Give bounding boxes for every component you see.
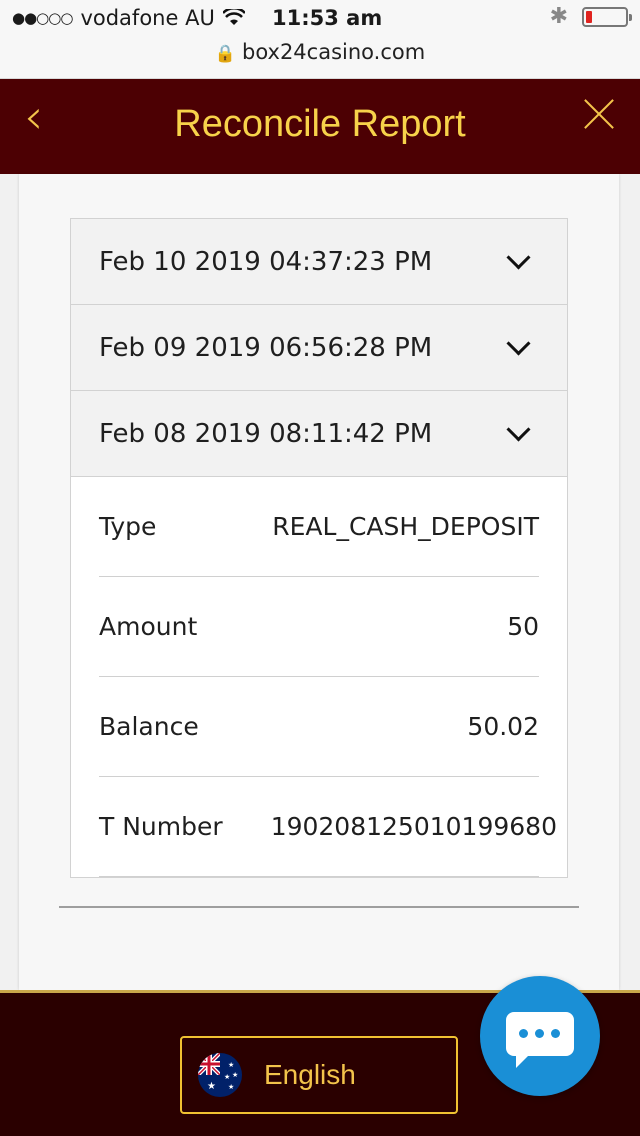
status-bar: ●●○○○ vodafone AU 11:53 am ✱ 🔒 box24casin… <box>0 0 640 79</box>
carrier-info: ●●○○○ vodafone AU <box>12 6 245 30</box>
page-title: Reconcile Report <box>174 103 466 145</box>
detail-value: 50.02 <box>467 712 539 741</box>
language-label: English <box>264 1059 356 1090</box>
wifi-icon <box>222 9 245 25</box>
lock-icon: 🔒 <box>214 44 236 64</box>
detail-row-type: Type REAL_CASH_DEPOSIT <box>99 477 539 577</box>
detail-label: Amount <box>99 612 198 641</box>
chat-button[interactable] <box>480 976 600 1096</box>
accordion-header[interactable]: Feb 09 2019 06:56:28 PM <box>71 305 567 391</box>
australia-flag-icon: ★ ★ ★ ★ ★ <box>198 1053 242 1097</box>
battery-icon <box>582 6 632 27</box>
url-text: box24casino.com <box>241 40 426 64</box>
accordion-header[interactable]: Feb 10 2019 04:37:23 PM <box>71 219 567 305</box>
accordion-header[interactable]: Feb 08 2019 08:11:42 PM <box>71 391 567 477</box>
detail-label: Type <box>99 512 157 541</box>
detail-row-balance: Balance 50.02 <box>99 677 539 777</box>
close-icon[interactable] <box>582 97 616 131</box>
report-accordion: Feb 10 2019 04:37:23 PM Feb 09 2019 06:5… <box>70 218 568 878</box>
detail-label: T Number <box>99 812 223 841</box>
chevron-down-icon[interactable] <box>506 245 531 270</box>
entry-date: Feb 08 2019 08:11:42 PM <box>99 418 433 449</box>
entry-date: Feb 10 2019 04:37:23 PM <box>99 246 433 277</box>
entry-details: Type REAL_CASH_DEPOSIT Amount 50 Balance… <box>71 477 567 877</box>
bluetooth-icon: ✱ <box>549 4 568 29</box>
chat-bubble-icon <box>506 1012 574 1068</box>
carrier-name: vodafone AU <box>80 6 215 30</box>
entry-date: Feb 09 2019 06:56:28 PM <box>99 332 433 363</box>
divider <box>59 906 579 908</box>
language-selector[interactable]: ★ ★ ★ ★ ★ English <box>180 1036 458 1114</box>
detail-row-t-number: T Number 190208125010199680 <box>99 777 557 877</box>
url-bar[interactable]: 🔒 box24casino.com <box>0 40 640 64</box>
detail-value: REAL_CASH_DEPOSIT <box>272 512 539 541</box>
content-panel: Feb 10 2019 04:37:23 PM Feb 09 2019 06:5… <box>19 174 619 990</box>
detail-value: 190208125010199680 <box>270 812 557 841</box>
detail-row-amount: Amount 50 <box>99 577 539 677</box>
status-time: 11:53 am <box>272 6 383 30</box>
chevron-down-icon[interactable] <box>506 331 531 356</box>
page-header: ‹ Reconcile Report <box>0 79 640 174</box>
chevron-down-icon[interactable] <box>506 417 531 442</box>
detail-value: 50 <box>507 612 539 641</box>
signal-strength-icon: ●●○○○ <box>12 9 73 27</box>
detail-label: Balance <box>99 712 199 741</box>
